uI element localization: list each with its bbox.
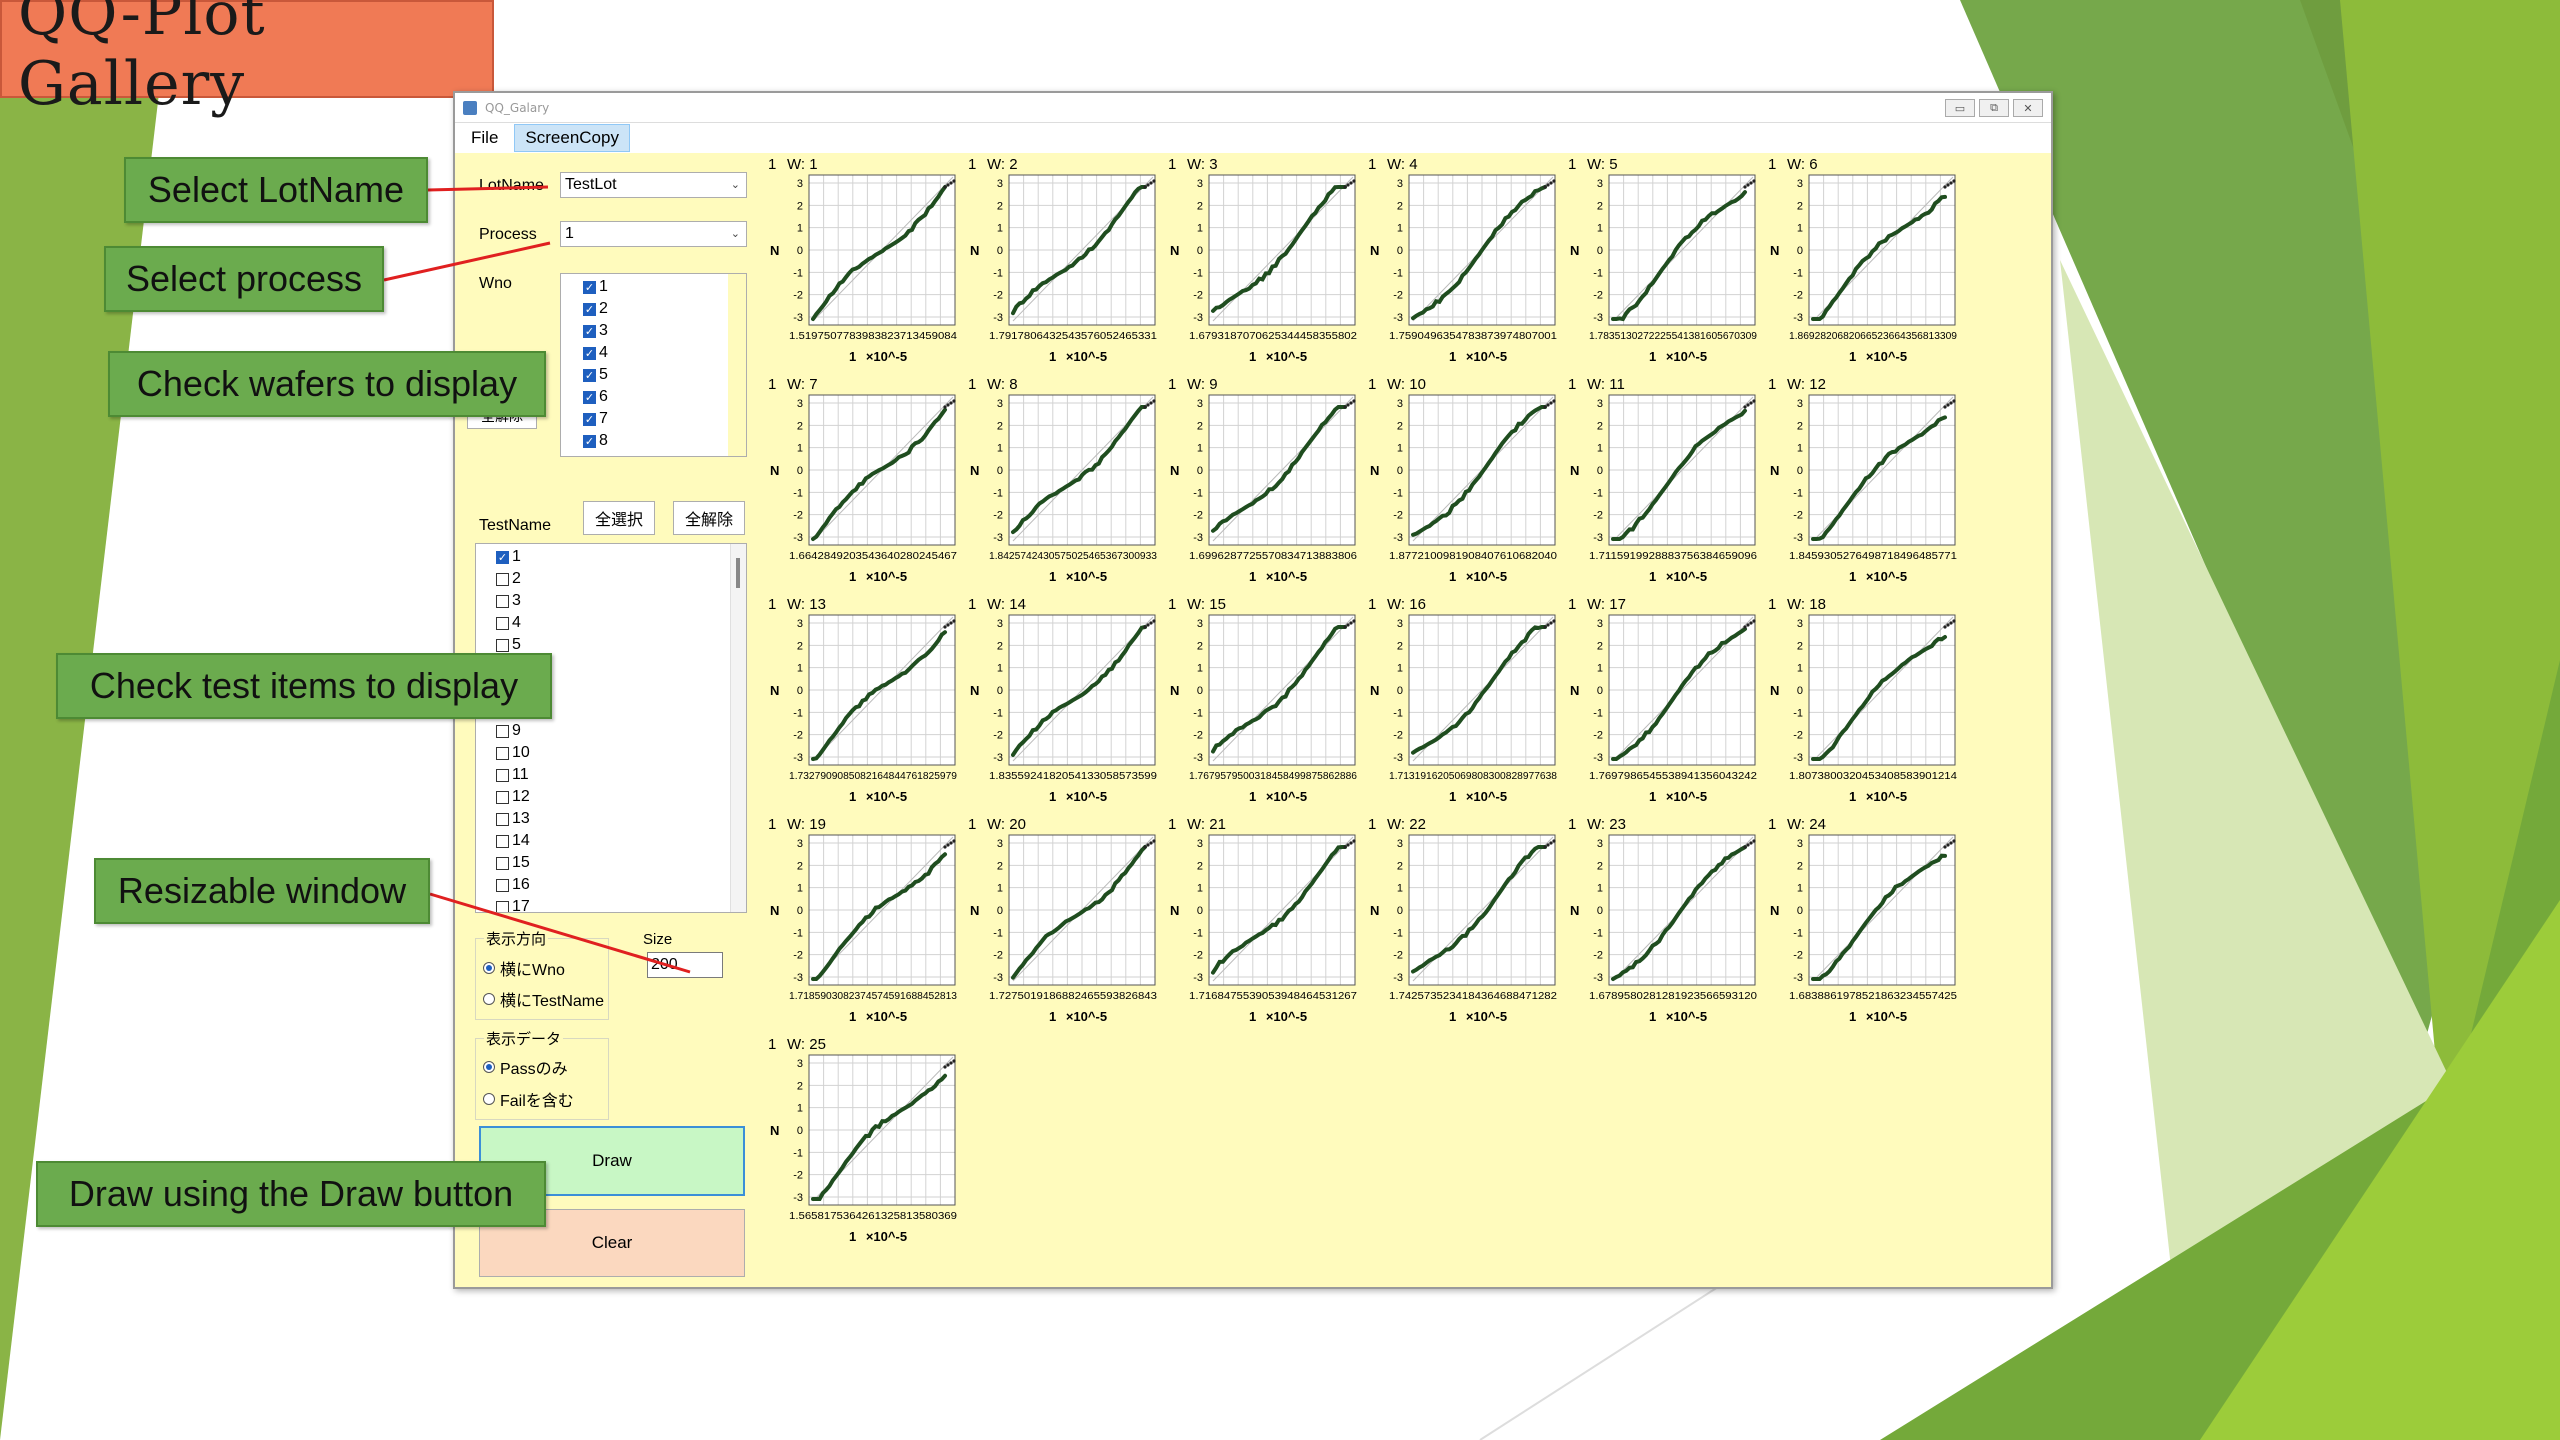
callout-check-tests: Check test items to display: [56, 653, 552, 719]
callout-check-wafers: Check wafers to display: [108, 351, 546, 417]
callout-select-lotname: Select LotName: [124, 157, 428, 223]
callout-select-process: Select process: [104, 246, 384, 312]
callout-draw-button: Draw using the Draw button: [36, 1161, 546, 1227]
callout-resizable-window: Resizable window: [94, 858, 430, 924]
